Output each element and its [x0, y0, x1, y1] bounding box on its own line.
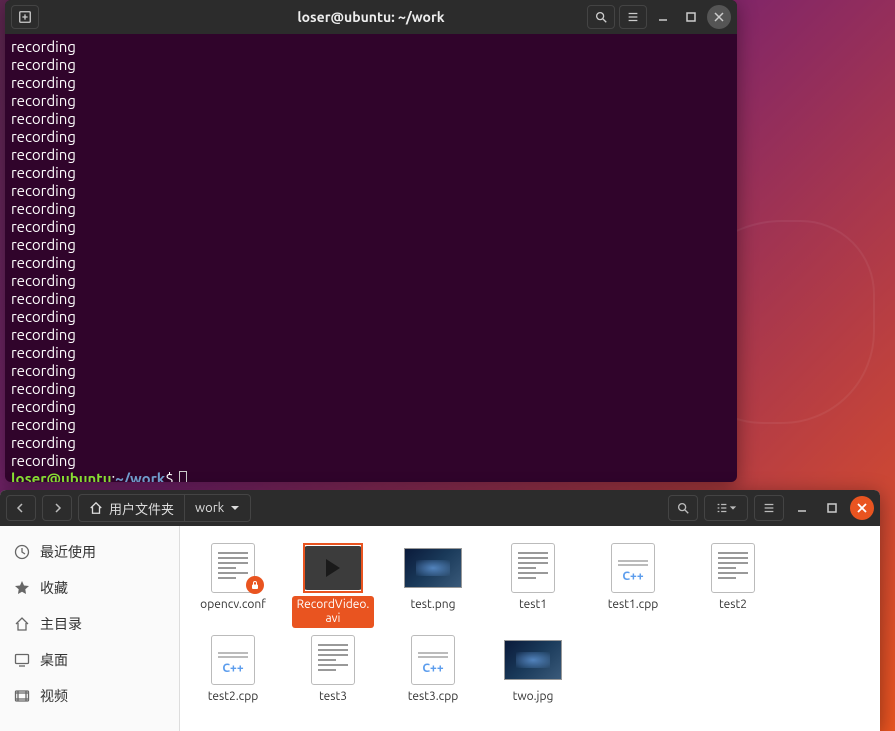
file-label: test3 [315, 688, 351, 706]
sidebar-item-label: 收藏 [40, 578, 68, 598]
star-icon [14, 580, 30, 596]
fm-close-button[interactable] [850, 496, 874, 520]
file-icon-cpp: C++ [604, 544, 662, 592]
view-toggle-button[interactable] [704, 495, 748, 521]
fm-search-button[interactable] [668, 495, 698, 521]
forward-button[interactable] [42, 495, 72, 521]
file-label: test1 [515, 596, 551, 614]
path-home-label: 用户文件夹 [109, 499, 174, 518]
file-item[interactable]: C++ test2.cpp [190, 634, 276, 708]
watermark: CSDN @qq_58174923 [721, 664, 875, 681]
file-icon-text [304, 636, 362, 684]
path-current[interactable]: work [185, 495, 250, 521]
minimize-button[interactable] [651, 5, 675, 29]
path-current-label: work [195, 501, 224, 515]
file-label: two.jpg [509, 688, 558, 706]
file-item[interactable]: test.png [390, 542, 476, 630]
file-icon-image [404, 544, 462, 592]
file-label: RecordVideo.avi [292, 596, 374, 628]
file-icon-text [504, 544, 562, 592]
file-icon-text [704, 544, 762, 592]
file-manager-window: 用户文件夹 work [0, 490, 880, 731]
file-item[interactable]: test2 [690, 542, 776, 630]
clock-icon [14, 544, 30, 560]
sidebar-item-clock[interactable]: 最近使用 [0, 534, 179, 570]
file-label: test.png [406, 596, 459, 614]
file-icon-text [204, 544, 262, 592]
path-home[interactable]: 用户文件夹 [79, 495, 185, 521]
file-label: test3.cpp [404, 688, 463, 706]
fm-menu-button[interactable] [754, 495, 784, 521]
sidebar-item-desktop[interactable]: 桌面 [0, 642, 179, 678]
file-label: test2 [715, 596, 751, 614]
file-icon-cpp: C++ [404, 636, 462, 684]
fm-minimize-button[interactable] [790, 496, 814, 520]
sidebar-item-home[interactable]: 主目录 [0, 606, 179, 642]
file-item[interactable]: opencv.conf [190, 542, 276, 630]
sidebar-item-video[interactable]: 视频 [0, 678, 179, 714]
desktop-icon [14, 652, 30, 668]
video-icon [14, 688, 30, 704]
file-icon-cpp: C++ [204, 636, 262, 684]
fm-maximize-button[interactable] [820, 496, 844, 520]
search-button[interactable] [587, 5, 615, 29]
terminal-body[interactable]: recording recording recording recording … [5, 34, 737, 482]
file-label: opencv.conf [196, 596, 270, 614]
sidebar-item-label: 最近使用 [40, 542, 96, 562]
home-icon [89, 501, 103, 515]
sidebar-item-label: 视频 [40, 686, 68, 706]
file-label: test1.cpp [604, 596, 663, 614]
file-item[interactable]: RecordVideo.avi [290, 542, 376, 630]
file-item[interactable]: C++ test1.cpp [590, 542, 676, 630]
back-button[interactable] [6, 495, 36, 521]
file-item[interactable]: C++ test3.cpp [390, 634, 476, 708]
file-label: test2.cpp [204, 688, 263, 706]
sidebar-item-star[interactable]: 收藏 [0, 570, 179, 606]
path-bar: 用户文件夹 work [78, 494, 251, 522]
file-manager-titlebar: 用户文件夹 work [0, 490, 880, 526]
close-button[interactable] [707, 5, 731, 29]
sidebar-item-label: 主目录 [40, 614, 82, 634]
lock-icon [246, 576, 264, 594]
file-item[interactable]: two.jpg [490, 634, 576, 708]
home-icon [14, 616, 30, 632]
menu-button[interactable] [619, 5, 647, 29]
file-icon-video [304, 544, 362, 592]
terminal-window: loser@ubuntu: ~/work recording recording… [5, 0, 737, 482]
file-icon-image [504, 636, 562, 684]
sidebar-item-label: 桌面 [40, 650, 68, 670]
file-item[interactable]: test3 [290, 634, 376, 708]
dropdown-icon [230, 503, 240, 513]
file-item[interactable]: test1 [490, 542, 576, 630]
terminal-titlebar: loser@ubuntu: ~/work [5, 0, 737, 34]
new-tab-button[interactable] [11, 5, 39, 29]
maximize-button[interactable] [679, 5, 703, 29]
file-manager-content[interactable]: opencv.conf RecordVideo.avi test.png test1 C… [180, 526, 880, 731]
file-manager-sidebar: 最近使用收藏主目录桌面视频 [0, 526, 180, 731]
